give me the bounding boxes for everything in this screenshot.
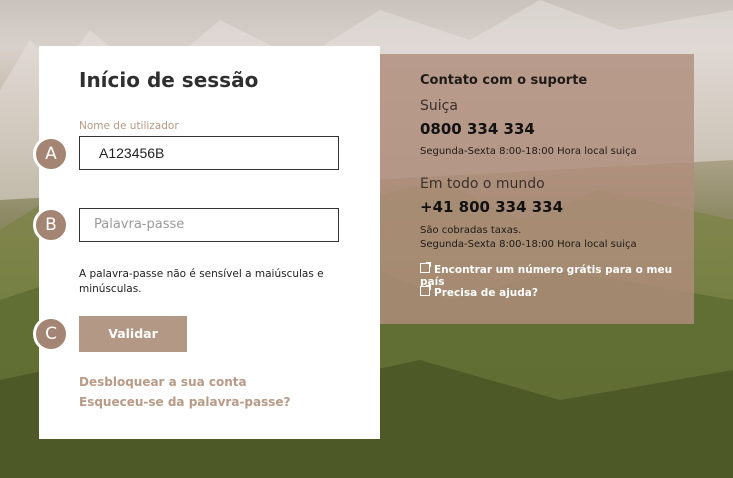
- badge-b: B: [33, 207, 69, 243]
- validate-button[interactable]: Validar: [79, 316, 187, 352]
- hours-world: Segunda-Sexta 8:00-18:00 Hora local suiç…: [420, 239, 637, 250]
- phone-switzerland[interactable]: 0800 334 334: [420, 120, 535, 138]
- fee-note-text: São cobradas taxas.: [420, 225, 522, 236]
- username-label: Nome de utilizador: [79, 120, 179, 132]
- phone-world[interactable]: +41 800 334 334: [420, 198, 563, 216]
- support-title: Contato com o suporte: [420, 73, 588, 88]
- unlock-account-link[interactable]: Desbloquear a sua conta: [79, 375, 247, 389]
- free-number-link[interactable]: Encontrar um número grátis para o meu pa…: [420, 262, 694, 288]
- free-number-link-label: Encontrar um número grátis para o meu pa…: [420, 264, 673, 288]
- badge-c: C: [33, 316, 69, 352]
- external-link-icon: [420, 285, 431, 296]
- forgot-password-link[interactable]: Esqueceu-se da palavra-passe?: [79, 395, 291, 409]
- hours-switzerland: Segunda-Sexta 8:00-18:00 Hora local suiç…: [420, 146, 637, 157]
- help-link-label: Precisa de ajuda?: [434, 287, 538, 299]
- password-input[interactable]: Palavra-passe: [79, 208, 339, 242]
- login-panel: Início de sessão Nome de utilizador A123…: [39, 46, 380, 439]
- support-panel: Contato com o suporte Suiça 0800 334 334…: [380, 54, 694, 324]
- fee-note: São cobradas taxas. Segunda-Sexta 8:00-1…: [420, 224, 637, 252]
- help-link[interactable]: Precisa de ajuda?: [420, 285, 538, 299]
- external-link-icon: [420, 262, 431, 273]
- region-switzerland: Suiça: [420, 98, 458, 114]
- region-world: Em todo o mundo: [420, 176, 545, 192]
- password-hint: A palavra-passe não é sensível a maiúscu…: [79, 268, 324, 295]
- badge-a: A: [33, 136, 69, 172]
- page-title: Início de sessão: [79, 68, 259, 92]
- username-input[interactable]: A123456B: [79, 136, 339, 170]
